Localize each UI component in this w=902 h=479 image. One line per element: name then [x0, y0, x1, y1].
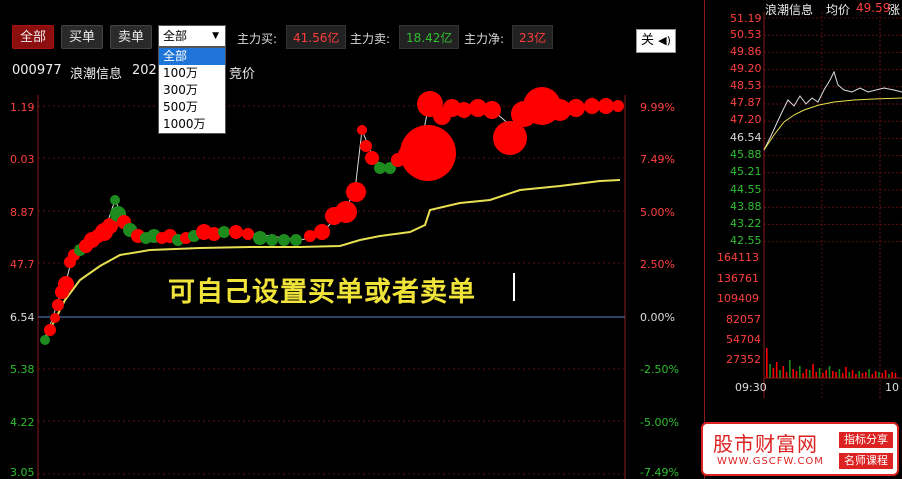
mini-price-label: 45.21 [730, 165, 762, 178]
mini-price-label: 47.87 [730, 96, 762, 109]
intraday-bubble-chart [37, 87, 626, 479]
left-axis-label: 0.03 [10, 153, 35, 166]
mini-volume-label: 109409 [717, 292, 759, 305]
amount-option[interactable]: 100万 [159, 65, 225, 82]
average-price-line [44, 179, 621, 339]
watermark-tag: 名师课程 [839, 453, 893, 469]
mini-price-label: 44.55 [730, 183, 762, 196]
site-watermark: 股市财富网 WWW.GSCFW.COM 指标分享 名师课程 [701, 422, 899, 476]
right-axis-label: 7.49% [640, 153, 675, 166]
buy-order-bubble [335, 201, 357, 223]
right-axis-label: -5.00% [640, 416, 679, 429]
right-axis-label: -2.50% [640, 363, 679, 376]
mini-price-label: 46.54 [730, 131, 762, 144]
amount-option[interactable]: 1000万 [159, 116, 225, 133]
mini-volume-label: 164113 [717, 251, 759, 264]
mini-price-label: 47.20 [730, 113, 762, 126]
buy-order-bubble [357, 125, 367, 135]
sell-order-bubble [40, 335, 50, 345]
left-axis-label: 1.19 [10, 101, 35, 114]
mini-time-start: 09:30 [735, 381, 767, 394]
right-axis-label: 2.50% [640, 258, 675, 271]
buy-order-bubble [52, 299, 64, 311]
mini-price-label: 50.53 [730, 28, 762, 41]
buy-order-bubble [50, 313, 60, 323]
mini-price-label: 51.19 [730, 12, 762, 25]
buy-order-bubble [229, 225, 243, 239]
mini-volume-label: 82057 [726, 313, 761, 326]
amount-option[interactable]: 全部 [159, 48, 225, 65]
mini-price-label: 48.53 [730, 79, 762, 92]
left-axis-label: 5.38 [10, 363, 35, 376]
buy-order-bubble [400, 125, 456, 181]
buy-order-bubble [360, 140, 372, 152]
left-axis-label: 47.7 [10, 258, 35, 271]
buy-order-bubble [314, 224, 330, 240]
sell-order-bubble [266, 234, 278, 246]
amount-option[interactable]: 500万 [159, 99, 225, 116]
buy-order-bubble [483, 101, 501, 119]
buy-order-bubble [58, 276, 74, 292]
right-axis-label: -7.49% [640, 466, 679, 479]
right-axis-label: 5.00% [640, 206, 675, 219]
sell-order-bubble [218, 226, 230, 238]
right-axis-label: 0.00% [640, 311, 675, 324]
mini-price-label: 45.88 [730, 148, 762, 161]
watermark-url: WWW.GSCFW.COM [717, 456, 824, 467]
sell-order-bubble [253, 231, 267, 245]
watermark-brand: 股市财富网 [713, 432, 818, 456]
right-axis-label: 9.99% [640, 101, 675, 114]
buy-order-bubble [598, 98, 614, 114]
mini-volume-label: 54704 [726, 333, 761, 346]
mini-price-label: 49.86 [730, 45, 762, 58]
left-axis-label: 8.87 [10, 206, 35, 219]
text-cursor [513, 273, 515, 301]
left-axis-label: 3.05 [10, 466, 35, 479]
buy-order-bubble [612, 100, 624, 112]
left-axis-label: 4.22 [10, 416, 35, 429]
mini-volume-label: 136761 [717, 272, 759, 285]
mini-price-label: 42.55 [730, 234, 762, 247]
buy-order-bubble [584, 98, 600, 114]
buy-order-bubble [346, 182, 366, 202]
mini-time-next: 10 [885, 381, 899, 394]
watermark-tag: 指标分享 [839, 432, 893, 448]
sell-order-bubble [110, 195, 120, 205]
mini-price-label: 49.20 [730, 62, 762, 75]
amount-option[interactable]: 300万 [159, 82, 225, 99]
mini-price-label: 43.22 [730, 217, 762, 230]
buy-order-bubble [242, 228, 254, 240]
mini-price-label: 43.88 [730, 200, 762, 213]
sell-order-bubble [278, 234, 290, 246]
amount-dropdown[interactable]: 全部 100万 300万 500万 1000万 [158, 47, 226, 134]
caption-text: 可自己设置买单或者卖单 [168, 277, 476, 308]
buy-order-bubble [567, 99, 585, 117]
sell-order-bubble [290, 234, 302, 246]
mini-volume-label: 27352 [726, 353, 761, 366]
buy-order-bubble [44, 324, 56, 336]
left-axis-label: 6.54 [10, 311, 35, 324]
